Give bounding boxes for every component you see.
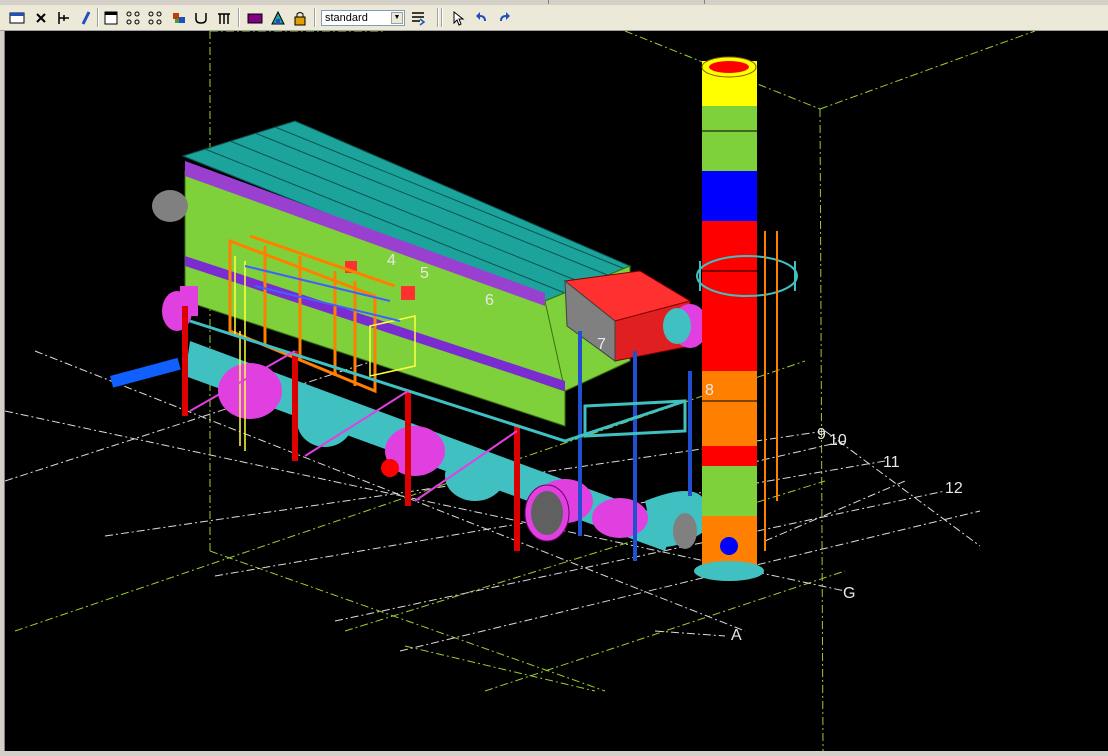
label-a: A bbox=[731, 627, 742, 644]
grid-dots-alt-icon[interactable] bbox=[145, 8, 165, 27]
curve-icon[interactable] bbox=[191, 8, 211, 27]
title-grip bbox=[348, 0, 549, 4]
label-7: 7 bbox=[597, 336, 606, 353]
main-toolbar: standard ▼ bbox=[0, 5, 1108, 31]
toolbar-separator bbox=[441, 8, 443, 27]
redo-icon[interactable] bbox=[494, 8, 514, 27]
render-icon[interactable] bbox=[268, 8, 288, 27]
toolbar-separator bbox=[97, 8, 99, 27]
view-mode-select[interactable]: standard ▼ bbox=[321, 10, 405, 26]
grid-dots-icon[interactable] bbox=[123, 8, 143, 27]
toolbar-separator bbox=[314, 8, 316, 27]
portal-icon[interactable] bbox=[214, 8, 234, 27]
label-g: G bbox=[843, 585, 855, 602]
chevron-down-icon[interactable]: ▼ bbox=[391, 12, 403, 24]
label-9: 9 bbox=[817, 426, 826, 443]
select-arrow-icon[interactable] bbox=[448, 8, 468, 27]
column-icon[interactable] bbox=[54, 8, 74, 27]
undo-icon[interactable] bbox=[472, 8, 492, 27]
label-4: 4 bbox=[387, 252, 396, 269]
label-8: 8 bbox=[705, 382, 714, 399]
exhaust-stack bbox=[694, 56, 798, 581]
pencil-icon[interactable] bbox=[76, 8, 96, 27]
lock-icon[interactable] bbox=[290, 8, 310, 27]
toolbar-separator bbox=[437, 8, 439, 27]
view-mode-value: standard bbox=[325, 12, 368, 24]
component-icon[interactable] bbox=[169, 8, 189, 27]
label-6: 6 bbox=[485, 292, 494, 309]
label-12: 12 bbox=[945, 480, 963, 497]
label-10: 10 bbox=[829, 432, 847, 449]
label-11: 11 bbox=[883, 454, 900, 471]
window-bottom-edge bbox=[0, 751, 1108, 756]
window-icon[interactable] bbox=[7, 8, 27, 27]
shaded-box-icon[interactable] bbox=[245, 8, 265, 27]
label-5: 5 bbox=[420, 265, 429, 282]
model-canvas: 4 5 6 7 8 9 10 11 12 G A bbox=[5, 31, 1036, 751]
close-cross-icon[interactable] bbox=[31, 8, 51, 27]
filter-icon[interactable] bbox=[408, 8, 428, 27]
toolbar-separator bbox=[238, 8, 240, 27]
3d-viewport[interactable]: 4 5 6 7 8 9 10 11 12 G A bbox=[5, 31, 1108, 751]
title-grip bbox=[554, 0, 705, 4]
frame-icon[interactable] bbox=[101, 8, 121, 27]
